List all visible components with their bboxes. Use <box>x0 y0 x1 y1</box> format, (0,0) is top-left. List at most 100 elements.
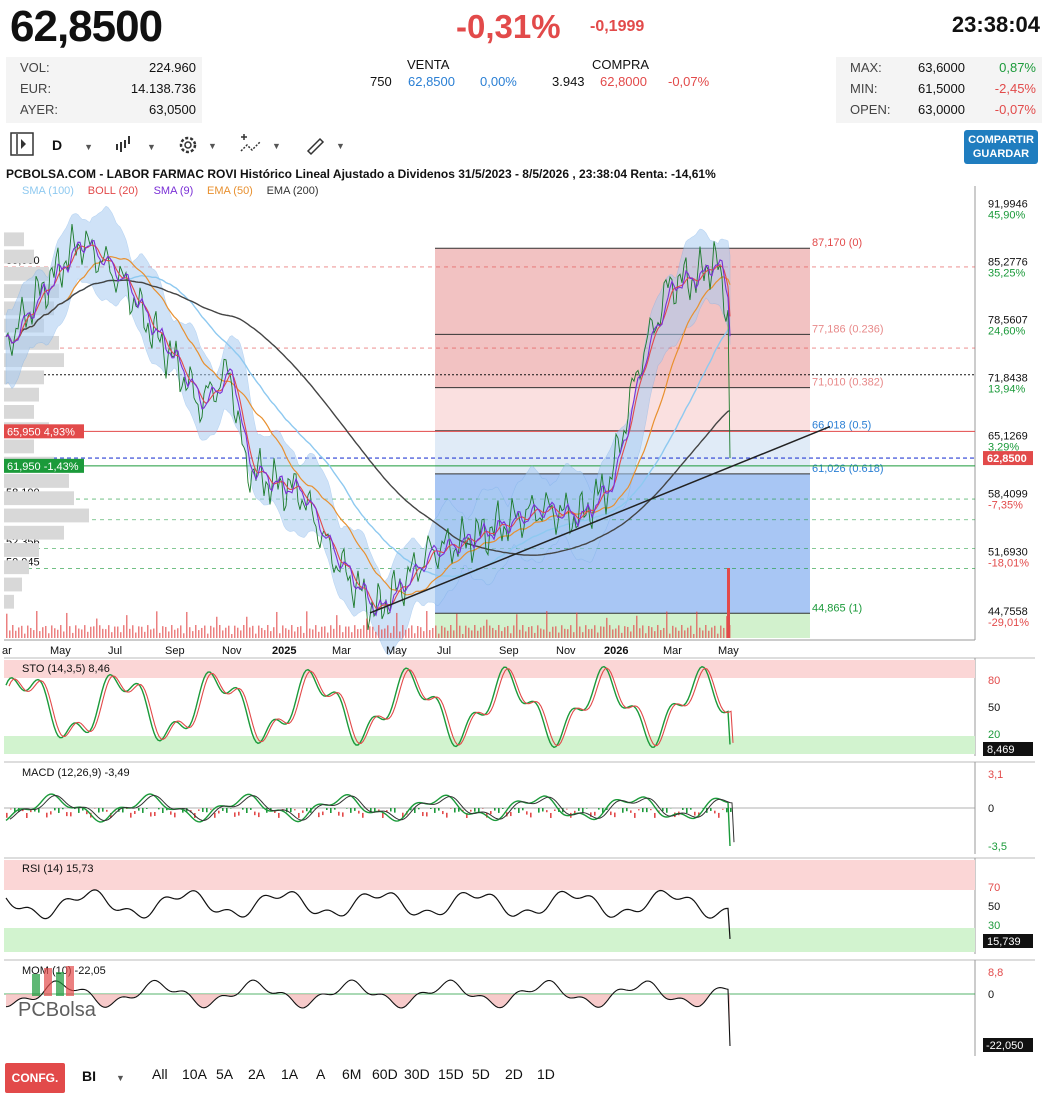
volume-bar <box>42 627 44 638</box>
volume-bar <box>276 611 278 638</box>
volume-bar <box>651 627 653 638</box>
volume-bar <box>660 630 662 638</box>
range-button[interactable]: 5D <box>472 1066 490 1082</box>
x-axis-label: 2025 <box>272 645 296 657</box>
volume-bar <box>312 629 314 638</box>
volume-bar <box>159 632 161 638</box>
volume-bar <box>657 625 659 638</box>
range-button[interactable]: 5A <box>216 1066 233 1082</box>
style-selector[interactable]: BI ▼ <box>82 1068 125 1084</box>
volume-bar <box>21 625 23 638</box>
change-percent: -0,31% <box>456 8 561 45</box>
volume-bar <box>558 632 560 638</box>
indicators-icon[interactable]: ▼ <box>238 131 282 165</box>
macd-histogram-bar <box>6 812 8 818</box>
volume-bar <box>606 617 608 638</box>
volume-bar <box>423 631 425 638</box>
share-save-button[interactable]: COMPARTIR GUARDAR <box>964 130 1038 164</box>
range-button[interactable]: 1D <box>537 1066 555 1082</box>
volume-bar <box>567 629 569 638</box>
sell-price[interactable]: 62,8500 <box>408 74 455 89</box>
macd-histogram-bar <box>442 811 444 815</box>
draw-tool-icon[interactable]: ▼ <box>304 131 346 165</box>
period-selector[interactable]: D ▼ <box>52 128 93 162</box>
volume-bar <box>324 626 326 638</box>
volume-bar <box>582 632 584 638</box>
logo-bar <box>44 968 52 996</box>
macd-histogram-bar <box>330 808 332 813</box>
macd-histogram-bar <box>294 809 296 811</box>
volume-bar <box>495 630 497 638</box>
volume-bar <box>162 626 164 638</box>
macd-histogram-bar <box>638 809 640 811</box>
range-button[interactable]: 2A <box>248 1066 265 1082</box>
gear-icon[interactable]: ▼ <box>176 131 218 165</box>
volume-bar <box>429 630 431 638</box>
volume-bar <box>378 625 380 638</box>
sidebar-toggle-icon[interactable] <box>10 132 34 166</box>
macd-histogram-bar <box>514 808 516 810</box>
fib-level-label: 87,170 (0) <box>812 237 862 249</box>
volume-bar <box>225 627 227 638</box>
range-button[interactable]: 6M <box>342 1066 361 1082</box>
volume-bar <box>177 628 179 638</box>
macd-bottom-label: -3,5 <box>988 841 1007 853</box>
right-axis-pct: -18,01% <box>988 557 1029 569</box>
sto-k-line <box>5 665 731 749</box>
chart-type-icon[interactable]: ▼ <box>114 130 156 164</box>
volume-bar <box>339 625 341 638</box>
volume-bar <box>624 626 626 638</box>
legend-entry: SMA (9) <box>154 185 194 197</box>
stat-value: 63,0500 <box>149 102 196 117</box>
volume-bar <box>72 632 74 638</box>
macd-histogram-bar <box>102 808 104 812</box>
macd-histogram-bar <box>26 812 28 818</box>
volume-bar <box>654 631 656 638</box>
stat-value: 224.960 <box>149 60 196 75</box>
x-axis-label: Mar <box>663 645 682 657</box>
macd-histogram-bar <box>318 812 320 818</box>
range-button[interactable]: All <box>152 1066 168 1082</box>
volume-bar <box>390 632 392 638</box>
volume-bar <box>216 616 218 638</box>
fib-zone-pink <box>435 387 810 431</box>
range-button[interactable]: 2D <box>505 1066 523 1082</box>
volume-bar <box>213 627 215 638</box>
rsi-level-label: 30 <box>988 920 1000 932</box>
range-button[interactable]: 10A <box>182 1066 207 1082</box>
volume-bar <box>462 633 464 638</box>
volume-bar <box>327 632 329 638</box>
macd-histogram-bar <box>138 808 140 811</box>
volume-bar <box>96 618 98 638</box>
volume-bar <box>69 626 71 638</box>
volume-bar <box>522 625 524 638</box>
config-button[interactable]: CONFG. <box>5 1063 65 1093</box>
price-chart[interactable]: PCBOLSA.COM - LABOR FARMAC ROVI Históric… <box>0 164 1048 1060</box>
range-button[interactable]: 1A <box>281 1066 298 1082</box>
style-label: BI <box>82 1068 96 1084</box>
macd-histogram-bar <box>122 808 124 813</box>
volume-bar <box>114 626 116 638</box>
volume-bar <box>129 628 131 638</box>
macd-histogram-bar <box>134 810 136 814</box>
volume-bar <box>150 629 152 638</box>
range-button[interactable]: 30D <box>404 1066 430 1082</box>
volume-bar <box>375 631 377 638</box>
macd-histogram-bar <box>258 812 260 818</box>
buy-price[interactable]: 62,8000 <box>600 74 647 89</box>
volume-bar <box>441 625 443 638</box>
volume-bar <box>39 631 41 638</box>
volume-bar <box>501 631 503 638</box>
range-button[interactable]: A <box>316 1066 325 1082</box>
range-button[interactable]: 15D <box>438 1066 464 1082</box>
volume-bar <box>342 632 344 638</box>
volume-bar <box>348 626 350 638</box>
volume-bar <box>669 633 671 638</box>
chart-title: PCBOLSA.COM - LABOR FARMAC ROVI Históric… <box>6 167 716 181</box>
volume-bar <box>525 631 527 638</box>
volume-bar <box>189 627 191 638</box>
sto-level-label: 20 <box>988 729 1000 741</box>
volume-bar <box>717 633 719 638</box>
volume-bar <box>705 625 707 638</box>
range-button[interactable]: 60D <box>372 1066 398 1082</box>
